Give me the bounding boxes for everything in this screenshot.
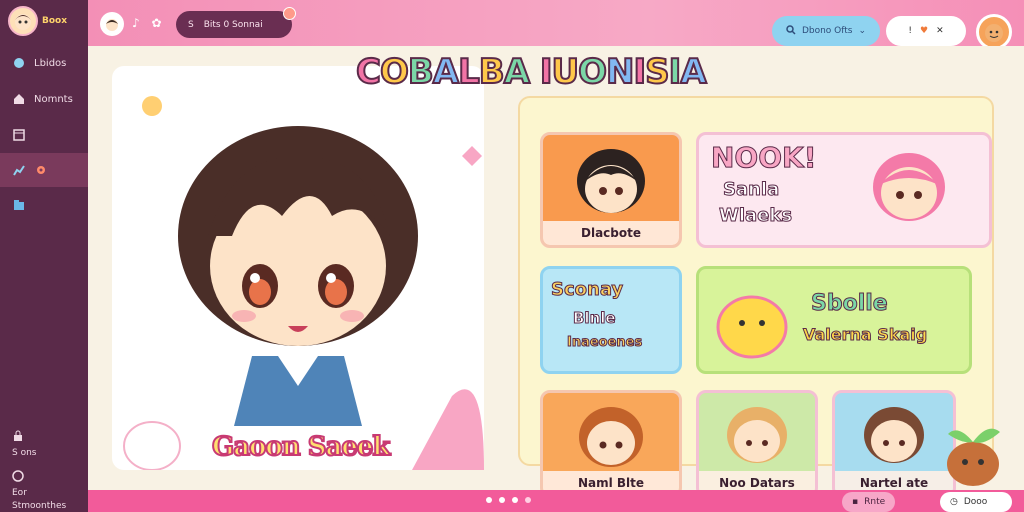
- done-button[interactable]: ◷ Dooo: [940, 492, 1012, 512]
- done-label: Dooo: [963, 497, 988, 507]
- tile-nook[interactable]: NOOK! Sanla Wlaeks: [696, 132, 992, 248]
- tile-subtitle: Valerna Skaig: [802, 325, 928, 345]
- rate-label: Rnte: [864, 497, 886, 507]
- tile-title: Sconay: [550, 279, 624, 301]
- sidebar: Boox Lbidos Nomnts S ons Eor Stmoonthes: [0, 0, 88, 512]
- sidebar-item-window[interactable]: [0, 118, 88, 152]
- hero-title: Gaoon Saeek: [211, 431, 391, 463]
- top-bar: ♪ ✿ S Bits 0 Sonnai Dbono Ofts ⌄ ! ♥ ✕: [88, 0, 1024, 50]
- gear-icon: [34, 163, 48, 177]
- tile-dlacbote[interactable]: Dlacbote: [540, 132, 682, 248]
- character-illustration: [123, 96, 484, 471]
- tile-sconay[interactable]: Sconay Blnle Inaeoenes: [540, 266, 682, 374]
- search-text: Bits 0 Sonnai: [203, 19, 263, 30]
- chevron-down-icon: ⌄: [858, 26, 867, 36]
- window-icon: [12, 128, 26, 142]
- character-thumbnail: [873, 153, 945, 221]
- search-input[interactable]: S Bits 0 Sonnai: [176, 7, 296, 38]
- sidebar-item-nomnts[interactable]: Nomnts: [0, 82, 88, 116]
- sidebar-bottom-settings[interactable]: S ons: [12, 430, 36, 460]
- character-thumbnail: [577, 149, 645, 213]
- tile-grid: Dlacbote NOOK! Sanla Wlaeks Sconay Blnle…: [518, 96, 994, 498]
- tile-title: NOOK!: [711, 141, 818, 175]
- main-content: Gaoon Saeek COBALBA IUONISIA Dlacbote NO…: [88, 46, 1024, 498]
- sidebar-item-folder[interactable]: [0, 188, 88, 222]
- sidebar-bottom-label: Eor Stmoonthes: [12, 488, 67, 511]
- creature-icon: [716, 295, 788, 359]
- user-avatar[interactable]: [100, 12, 124, 36]
- character-thumbnail: [579, 407, 643, 467]
- music-icon[interactable]: ♪ ✿: [132, 16, 166, 30]
- tile-subtitle: Blnle: [573, 309, 617, 328]
- tile-subtitle: Wlaeks: [718, 205, 793, 227]
- tile-subtitle: Sanla: [722, 179, 780, 201]
- notification-pill[interactable]: ! ♥ ✕: [886, 16, 966, 46]
- character-thumbnail: [727, 407, 787, 463]
- hero-card[interactable]: Gaoon Saeek: [112, 66, 484, 471]
- timer-icon: ◷: [950, 497, 958, 507]
- brand-logo: [8, 6, 38, 36]
- character-thumbnail: [864, 407, 924, 463]
- rate-button[interactable]: ▪ Rnte: [842, 492, 896, 512]
- page-dot[interactable]: [512, 497, 518, 503]
- tile-noo-datars[interactable]: Noo Datars: [696, 390, 818, 498]
- chart-icon: [12, 163, 26, 177]
- globe-icon: [12, 470, 82, 487]
- tile-label: Dlacbote: [543, 221, 679, 245]
- tile-subtitle: Inaeoenes: [566, 335, 643, 351]
- page-title: COBALBA IUONISIA: [355, 51, 708, 93]
- sidebar-item-chart[interactable]: [0, 153, 88, 187]
- folder-icon: [12, 198, 26, 212]
- search-icon: [786, 24, 796, 38]
- sidebar-item-label: Nomnts: [34, 93, 73, 105]
- tile-sbolle[interactable]: Sbolle Valerna Skaig: [696, 266, 972, 374]
- profile-avatar[interactable]: [976, 14, 1012, 50]
- sidebar-bottom-label: S ons: [12, 448, 37, 458]
- square-icon: ▪: [852, 497, 859, 507]
- sidebar-item-lbidos[interactable]: Lbidos: [0, 46, 88, 80]
- page-dot[interactable]: [499, 497, 505, 503]
- palette-icon: [12, 56, 26, 70]
- page-dot[interactable]: [486, 497, 492, 503]
- heart-icon[interactable]: ♥: [920, 26, 928, 36]
- tile-title: Sbolle: [811, 291, 889, 317]
- sidebar-item-label: Lbidos: [34, 57, 67, 69]
- options-label: Dbono Ofts: [801, 26, 853, 36]
- pagination-dots[interactable]: [486, 497, 531, 503]
- bottom-bar: ▪ Rnte ◷ Dooo: [88, 490, 1024, 512]
- options-button[interactable]: Dbono Ofts ⌄: [772, 16, 880, 46]
- home-icon: [12, 92, 26, 106]
- page-dot[interactable]: [525, 497, 531, 503]
- close-icon[interactable]: [283, 7, 296, 20]
- alert-icon[interactable]: !: [908, 26, 912, 36]
- sidebar-bottom-stmoonthes[interactable]: Eor Stmoonthes: [12, 470, 82, 512]
- close-icon[interactable]: ✕: [936, 26, 944, 36]
- lock-icon: [12, 430, 36, 447]
- sprout-mascot-icon: [947, 428, 1000, 486]
- search-icon: S: [188, 19, 194, 30]
- brand[interactable]: Boox: [8, 6, 67, 36]
- brand-name: Boox: [42, 16, 68, 26]
- tile-naml-blte[interactable]: Naml Blte: [540, 390, 682, 498]
